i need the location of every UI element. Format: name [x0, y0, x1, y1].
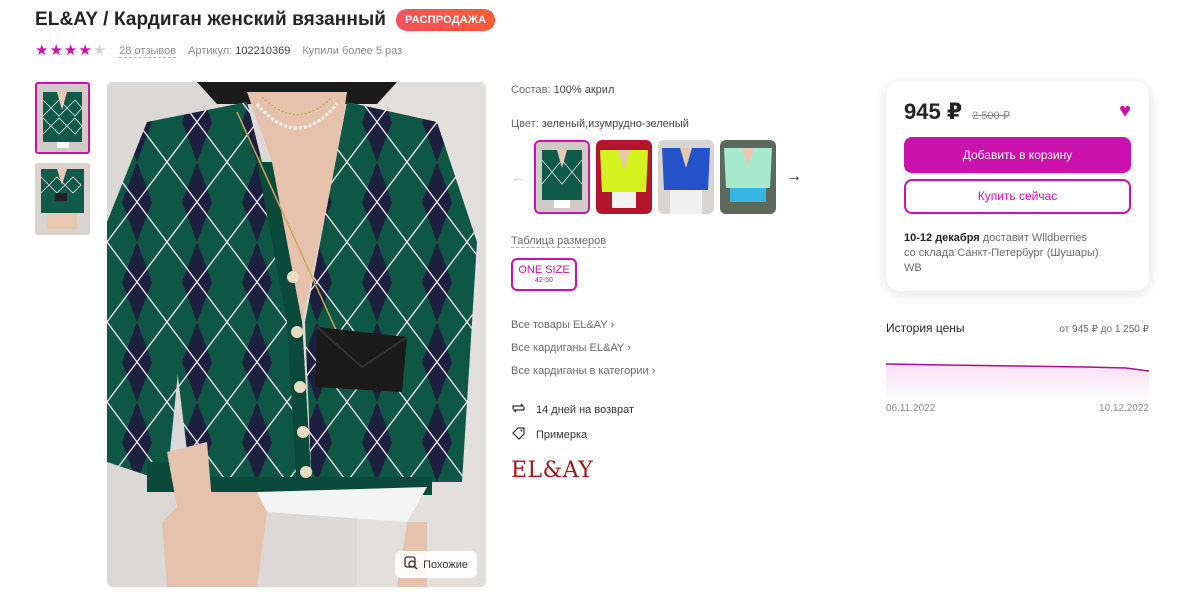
thumbnail-list	[35, 82, 90, 244]
brand-logo[interactable]: EL&AY	[511, 458, 593, 483]
arrow-left-icon[interactable]: ←	[511, 169, 529, 185]
return-policy: 14 дней на возврат	[511, 397, 634, 422]
price-history-header: История цены от 945 ₽ до 1 250 ₽	[886, 321, 1149, 335]
product-title: EL&AY / Кардиган женский вязанный	[35, 9, 387, 30]
article: Артикул: 102210369	[188, 45, 290, 57]
color: Цвет: зеленый,изумрудно-зеленый	[511, 118, 689, 130]
size-table-link[interactable]: Таблица размеров	[511, 235, 607, 248]
rating-stars: ★ ★ ★ ★ ★	[35, 42, 107, 59]
color-swatches: ← →	[511, 140, 802, 214]
star-icon: ★	[63, 42, 78, 59]
color-value: зеленый,изумрудно-зеленый	[541, 118, 689, 130]
seller: WB	[904, 262, 922, 274]
start-date: 06.11.2022	[886, 403, 936, 414]
link-label: Все товары EL&AY	[511, 319, 608, 331]
reviews-link[interactable]: 28 отзывов	[119, 45, 177, 58]
link-label: Все кардиганы EL&AY	[511, 342, 625, 354]
thumbnail-1[interactable]	[35, 82, 90, 154]
thumbnail-2[interactable]	[35, 163, 90, 235]
cardigan-thumbnail-image	[37, 84, 88, 152]
search-similar-icon	[404, 556, 418, 573]
star-icon: ★	[49, 42, 63, 59]
color-swatch-lime[interactable]	[596, 140, 652, 214]
buy-now-button[interactable]: Купить сейчас	[904, 179, 1131, 214]
fitting-option: Примерка	[511, 422, 634, 447]
chevron-right-icon: ›	[627, 342, 631, 354]
catalog-links: Все товары EL&AY › Все кардиганы EL&AY › В…	[511, 319, 655, 388]
arrow-right-icon[interactable]: →	[786, 168, 802, 186]
composition-value: 100% акрил	[553, 84, 615, 96]
color-swatch-blue[interactable]	[658, 140, 714, 214]
end-date: 10.12.2022	[1098, 403, 1149, 414]
link-category-cardigans[interactable]: Все кардиганы в категории ›	[511, 365, 655, 388]
warehouse: со склада Санкт-Петербург (Шушары)	[904, 247, 1099, 259]
tag-icon	[511, 426, 536, 443]
product-meta: ★ ★ ★ ★ ★ 28 отзывов Артикул: 102210369 …	[35, 42, 403, 59]
link-brand-cardigans[interactable]: Все кардиганы EL&AY ›	[511, 342, 655, 365]
heart-icon[interactable]: ♥	[1119, 101, 1131, 121]
add-to-cart-button[interactable]: Добавить в корзину	[904, 137, 1131, 173]
composition: Состав: 100% акрил	[511, 84, 614, 96]
delivery-date: 10-12 декабря	[904, 232, 980, 244]
price-history-title: История цены	[886, 321, 965, 335]
star-icon: ★	[78, 42, 92, 59]
cardigan-thumbnail-image	[35, 163, 90, 235]
current-price: 945 ₽	[904, 99, 963, 124]
similar-label: Похожие	[423, 558, 468, 571]
return-arrows-icon	[511, 401, 536, 418]
color-swatch-mint[interactable]	[720, 140, 776, 214]
old-price: 2 500 ₽	[972, 110, 1010, 122]
price-history-area	[886, 364, 1149, 401]
article-label: Артикул:	[188, 45, 233, 57]
similar-button[interactable]: Похожие	[395, 551, 477, 578]
size-main-label: ONE SIZE	[518, 264, 570, 276]
chevron-right-icon: ›	[610, 319, 615, 331]
return-text: 14 дней на возврат	[536, 403, 634, 416]
star-icon: ★	[35, 42, 49, 59]
main-product-photo[interactable]: Похожие	[107, 82, 486, 587]
size-option-one-size[interactable]: ONE SIZE 42-50	[511, 258, 577, 291]
price-history-chart[interactable]	[886, 349, 1149, 401]
star-empty-icon: ★	[92, 42, 107, 59]
color-swatch-green[interactable]	[534, 140, 590, 214]
color-label: Цвет:	[511, 118, 539, 130]
link-label: Все кардиганы в категории	[511, 365, 649, 377]
delivery-text: доставит Wildberries	[982, 232, 1087, 244]
article-value: 102210369	[235, 45, 291, 57]
fitting-text: Примерка	[536, 428, 588, 441]
price-card: 945 ₽ 2 500 ₽ ♥ Добавить в корзину Купит…	[886, 81, 1149, 291]
size-range-label: 42-50	[535, 277, 553, 284]
price-history-dates: 06.11.2022 10.12.2022	[886, 403, 1149, 414]
title-row: EL&AY / Кардиган женский вязанный РАСПРО…	[35, 9, 496, 31]
link-all-brand-items[interactable]: Все товары EL&AY ›	[511, 319, 655, 342]
delivery-info: 10-12 декабря доставит Wildberries со ск…	[904, 231, 1099, 276]
chevron-right-icon: ›	[651, 365, 656, 377]
sale-badge: РАСПРОДАЖА	[396, 9, 496, 31]
cardigan-photo-image	[107, 82, 486, 587]
price-history: История цены от 945 ₽ до 1 250 ₽ 06.11.2…	[886, 321, 1149, 414]
product-features: 14 дней на возврат Примерка	[511, 397, 634, 447]
composition-label: Состав:	[511, 84, 551, 96]
price-range: от 945 ₽ до 1 250 ₽	[1059, 324, 1149, 335]
price-row: 945 ₽ 2 500 ₽	[904, 99, 1010, 125]
bought-count: Купили более 5 раз	[302, 45, 403, 57]
